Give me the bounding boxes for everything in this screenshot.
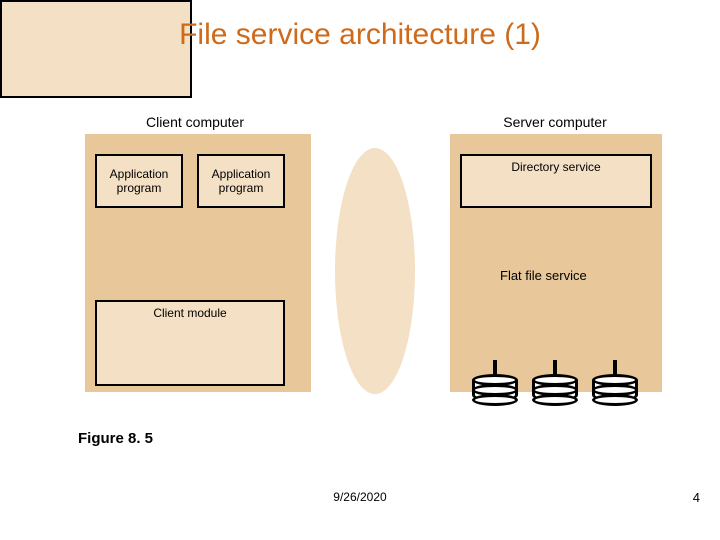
application-program-1-label: Applicationprogram xyxy=(110,167,169,196)
disk-icon xyxy=(592,374,638,408)
server-computer-label: Server computer xyxy=(450,114,660,130)
application-program-box-1: Applicationprogram xyxy=(95,154,183,208)
page-number: 4 xyxy=(693,490,700,505)
footer-date: 9/26/2020 xyxy=(0,490,720,504)
network-ellipse xyxy=(335,148,415,394)
client-module-label: Client module xyxy=(153,306,226,320)
figure-caption: Figure 8. 5 xyxy=(78,430,153,447)
slide: File service architecture (1) Client com… xyxy=(0,0,720,540)
disk-icon xyxy=(532,374,578,408)
slide-title: File service architecture (1) xyxy=(0,18,720,52)
client-module-box: Client module xyxy=(95,300,285,386)
application-program-2-label: Applicationprogram xyxy=(212,167,271,196)
disk-icon xyxy=(472,374,518,408)
application-program-box-2: Applicationprogram xyxy=(197,154,285,208)
flat-file-service-label: Flat file service xyxy=(500,268,650,283)
client-computer-label: Client computer xyxy=(95,114,295,130)
directory-service-box: Directory service xyxy=(460,154,652,208)
directory-service-label: Directory service xyxy=(511,160,600,174)
